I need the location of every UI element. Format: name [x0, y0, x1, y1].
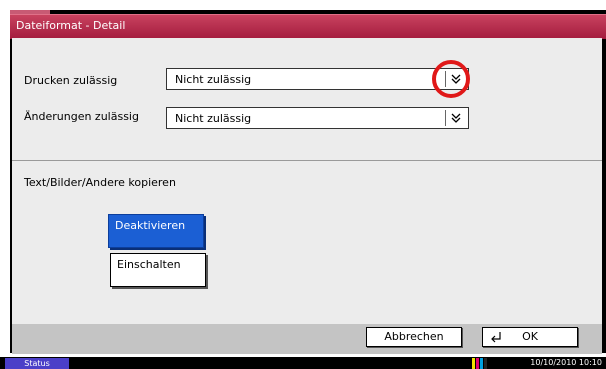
- ok-button[interactable]: OK: [482, 327, 578, 347]
- section-divider: [12, 160, 602, 161]
- changes-permission-select[interactable]: Nicht zulässig: [166, 107, 469, 129]
- copy-section-label: Text/Bilder/Andere kopieren: [24, 176, 176, 189]
- status-button[interactable]: Status: [5, 358, 69, 369]
- title-bar: Dateiformat - Detail: [10, 14, 606, 39]
- print-permission-value: Nicht zulässig: [175, 73, 252, 86]
- highlight-circle: [432, 60, 470, 98]
- cancel-button[interactable]: Abbrechen: [366, 327, 462, 347]
- toner-cyan-icon: [480, 358, 483, 369]
- changes-permission-dropdown-button[interactable]: [445, 110, 466, 126]
- changes-permission-label: Änderungen zulässig: [24, 110, 139, 123]
- status-bar: [0, 357, 606, 369]
- changes-permission-value: Nicht zulässig: [175, 112, 252, 125]
- print-permission-label: Drucken zulässig: [24, 74, 118, 87]
- status-datetime: 10/10/2010 10:10: [530, 358, 602, 367]
- ok-button-label: OK: [522, 330, 538, 343]
- dialog-title: Dateiformat - Detail: [16, 19, 126, 32]
- toner-black-icon: [484, 358, 487, 369]
- option-deactivate-button[interactable]: Deaktivieren: [108, 214, 204, 248]
- print-permission-select[interactable]: Nicht zulässig: [166, 68, 469, 90]
- enter-icon: [491, 332, 501, 343]
- chevron-down-icon: [451, 113, 461, 123]
- toner-magenta-icon: [476, 358, 479, 369]
- toner-yellow-icon: [472, 358, 475, 369]
- option-enable-button[interactable]: Einschalten: [110, 253, 206, 287]
